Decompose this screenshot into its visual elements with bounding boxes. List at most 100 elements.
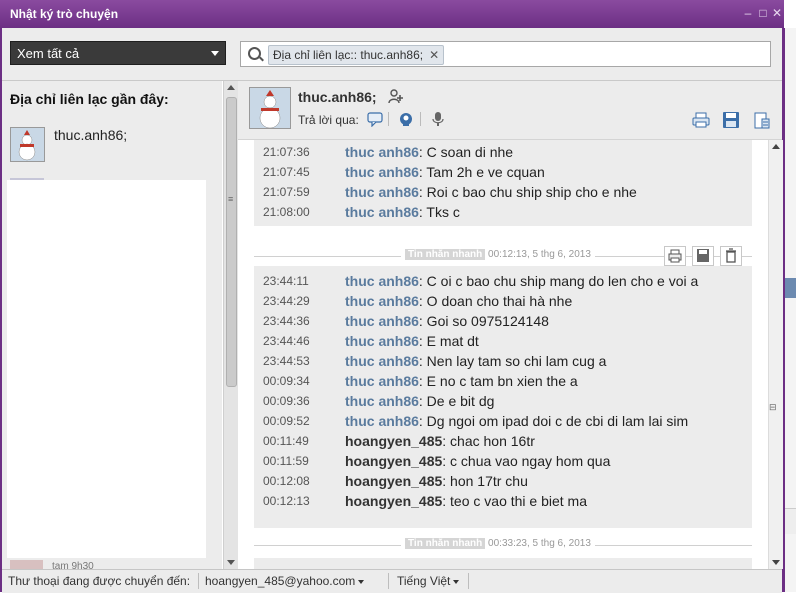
message-row: 00:12:08 hoangyen_485: hon 17tr chu [254,472,752,492]
message-text: : teo c vao thi e biet ma [442,493,588,509]
search-input[interactable]: Địa chỉ liên lạc:: thuc.anh86; ✕ [240,41,771,67]
microphone-icon[interactable] [430,111,446,127]
message-sender: thuc anh86 [345,164,419,180]
message-row: 00:11:49 hoangyen_485: chac hon 16tr [254,432,752,452]
voicemail-forward-value: hoangyen_485@yahoo.com [205,574,356,588]
message-time: 23:44:53 [263,354,310,368]
divider [388,112,389,126]
scrollbar-thumb[interactable] [226,97,237,387]
conversation-contact-name: thuc.anh86; [298,89,377,105]
contact-name: thuc.anh86; [54,127,128,143]
message-sender: hoangyen_485 [345,433,443,449]
chevron-down-icon [211,51,219,56]
title-bar: Nhật ký trò chuyện – □ ✕ [0,0,784,28]
message-row: 00:09:34 thuc anh86: E no c tam bn xien … [254,372,752,392]
maximize-icon[interactable]: □ [757,6,769,20]
message-sender: thuc anh86 [345,353,419,369]
message-sender: thuc anh86 [345,184,419,200]
message-row: 21:07:45 thuc anh86: Tam 2h e ve cquan [254,163,752,183]
chat-bubble-icon[interactable] [367,111,383,128]
message-text: : hon 17tr chu [442,473,528,489]
message-sender: hoangyen_485 [345,493,443,509]
trash-icon [726,248,736,263]
message-sender: thuc anh86 [345,293,419,309]
voicemail-forward-dropdown[interactable]: hoangyen_485@yahoo.com [205,574,365,588]
message-row: 23:44:46 thuc anh86: E mat dt [254,332,752,352]
message-time: 00:11:49 [263,434,309,448]
message-row: 21:07:36 thuc anh86: C soan di nhe [254,143,752,163]
contact-list-area [7,180,206,558]
save-icon [697,249,709,262]
message-text: : C oi c bao chu ship mang do len cho e … [418,273,699,289]
voicemail-forward-label: Thư thoại đang được chuyển đến: [8,574,191,588]
message-time: 23:44:36 [263,314,310,328]
block-print-button[interactable] [664,246,686,266]
conversation-avatar [249,87,291,129]
contact-avatar [10,127,45,162]
block-save-button[interactable] [692,246,714,266]
session-timestamp: 00:12:13, 5 thg 6, 2013 [488,249,591,260]
recent-contact-item[interactable]: thuc.anh86; [10,127,210,163]
message-row: 23:44:29 thuc anh86: O doan cho thai hà … [254,292,752,312]
language-dropdown[interactable]: Tiếng Việt [397,574,460,588]
session-type-badge: Tin nhắn nhanh [405,538,486,549]
chevron-down-icon [453,579,460,584]
video-call-icon[interactable] [398,111,414,127]
recent-contacts-heading: Địa chỉ liên lạc gần đây: [10,91,169,107]
message-block: 21:07:36 thuc anh86: C soan di nhe 21:07… [254,140,752,226]
search-icon [248,47,261,60]
reply-via-label: Trả lời qua: [298,113,359,127]
message-sender: thuc anh86 [345,313,419,329]
add-contact-icon[interactable] [388,88,404,104]
search-token[interactable]: Địa chỉ liên lạc:: thuc.anh86; ✕ [268,45,445,65]
divider [420,112,421,126]
save-icon[interactable] [722,111,740,129]
chevron-down-icon [358,579,365,584]
message-time: 00:09:36 [263,394,310,408]
message-time: 00:12:13 [263,494,310,508]
message-block: 23:44:11 thuc anh86: C oi c bao chu ship… [254,266,752,528]
message-row: 00:09:36 thuc anh86: De e bit dg [254,392,752,412]
message-row: 00:12:13 hoangyen_485: teo c vao thi e b… [254,492,752,512]
message-sender: thuc anh86 [345,413,419,429]
message-row: 23:44:36 thuc anh86: Goi so 0975124148 [254,312,752,332]
message-sender: hoangyen_485 [345,453,443,469]
message-text: : Nen lay tam so chi lam cug a [418,353,607,369]
message-text: : C soan di nhe [418,144,514,160]
message-sender: thuc anh86 [345,333,419,349]
scroll-down-icon[interactable] [772,560,780,565]
filter-dropdown[interactable]: Xem tất cả [10,41,226,65]
sidebar-scrollbar[interactable]: ≡ [223,81,238,569]
message-text: : Tam 2h e ve cquan [418,164,545,180]
block-delete-button[interactable] [720,246,742,266]
message-sender: thuc anh86 [345,144,419,160]
remove-token-icon[interactable]: ✕ [429,48,439,62]
message-row: 23:44:11 thuc anh86: C oi c bao chu ship… [254,272,752,292]
scroll-up-icon[interactable] [772,144,780,149]
language-value: Tiếng Việt [397,574,451,588]
message-sender: thuc anh86 [345,373,419,389]
delete-icon[interactable] [752,111,770,129]
conversation-log: 21:07:36 thuc anh86: C soan di nhe 21:07… [238,140,768,569]
message-text: : E no c tam bn xien the a [418,373,578,389]
message-row: 21:07:59 thuc anh86: Roi c bao chu ship … [254,183,752,203]
session-type-badge: Tin nhắn nhanh [405,249,486,260]
grip-icon: ⊟ [769,402,777,412]
message-time: 00:12:08 [263,474,310,488]
background-window-strip [785,28,796,592]
contact-avatar-partial [10,560,43,569]
message-text: : chac hon 16tr [442,433,535,449]
message-sender: thuc anh86 [345,273,419,289]
minimize-icon[interactable]: – [742,6,754,20]
close-icon[interactable]: ✕ [771,6,783,20]
print-icon[interactable] [692,111,710,129]
divider [388,573,389,589]
message-text: : c chua vao ngay hom qua [442,453,611,469]
message-block [254,558,752,569]
message-text: : Dg ngoi om ipad doi c de cbi di lam la… [418,413,689,429]
conversation-scrollbar[interactable]: ⊟ [768,140,783,569]
message-sender: hoangyen_485 [345,473,443,489]
scroll-down-icon[interactable] [227,560,235,565]
message-row: 00:11:59 hoangyen_485: c chua vao ngay h… [254,452,752,472]
scroll-up-icon[interactable] [227,85,235,90]
